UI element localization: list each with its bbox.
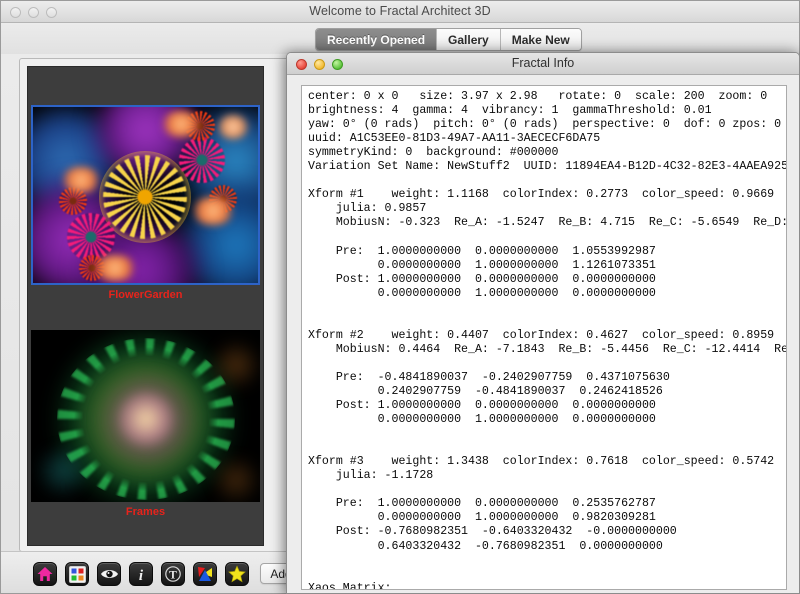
home-icon[interactable] bbox=[33, 562, 57, 586]
info-icon[interactable]: i bbox=[129, 562, 153, 586]
thumbnail-label: FlowerGarden bbox=[108, 289, 183, 301]
tab-make-new[interactable]: Make New bbox=[500, 29, 581, 50]
eye-icon[interactable] bbox=[97, 562, 121, 586]
svg-text:i: i bbox=[139, 568, 144, 583]
list-item[interactable]: FlowerGarden bbox=[28, 67, 263, 312]
palette-grid-icon[interactable] bbox=[65, 562, 89, 586]
tab-bar: Recently Opened Gallery Make New bbox=[1, 24, 799, 54]
tab-recently-opened[interactable]: Recently Opened bbox=[316, 29, 438, 50]
tab-gallery[interactable]: Gallery bbox=[437, 29, 501, 50]
fractal-info-window: Fractal Info center: 0 x 0 size: 3.97 x … bbox=[286, 52, 800, 594]
fractal-info-textarea[interactable]: center: 0 x 0 size: 3.97 x 2.98 rotate: … bbox=[301, 85, 787, 590]
fractal-art-frames bbox=[31, 330, 260, 502]
shapes-icon[interactable] bbox=[193, 562, 217, 586]
thumbnail-frames[interactable] bbox=[31, 330, 260, 502]
main-window-titlebar[interactable]: Welcome to Fractal Architect 3D bbox=[1, 1, 799, 23]
thumbnail-label: Frames bbox=[125, 506, 166, 518]
svg-text:T: T bbox=[169, 569, 177, 581]
favorite-star-icon[interactable] bbox=[225, 562, 249, 586]
main-window-title: Welcome to Fractal Architect 3D bbox=[309, 4, 491, 18]
fractal-info-title: Fractal Info bbox=[511, 56, 575, 70]
gallery-thumbnail-list[interactable]: FlowerGarden Frames bbox=[27, 66, 264, 546]
fractal-info-titlebar[interactable]: Fractal Info bbox=[287, 53, 799, 75]
screen: Welcome to Fractal Architect 3D Recently… bbox=[0, 0, 800, 594]
thumbnail-flowergarden[interactable] bbox=[31, 105, 260, 285]
fractal-art-flowergarden bbox=[31, 105, 260, 285]
fractal-info-text: center: 0 x 0 size: 3.97 x 2.98 rotate: … bbox=[308, 90, 787, 590]
text-icon[interactable]: T bbox=[161, 562, 185, 586]
list-item[interactable]: Frames bbox=[28, 312, 263, 545]
tab-group[interactable]: Recently Opened Gallery Make New bbox=[315, 28, 582, 51]
